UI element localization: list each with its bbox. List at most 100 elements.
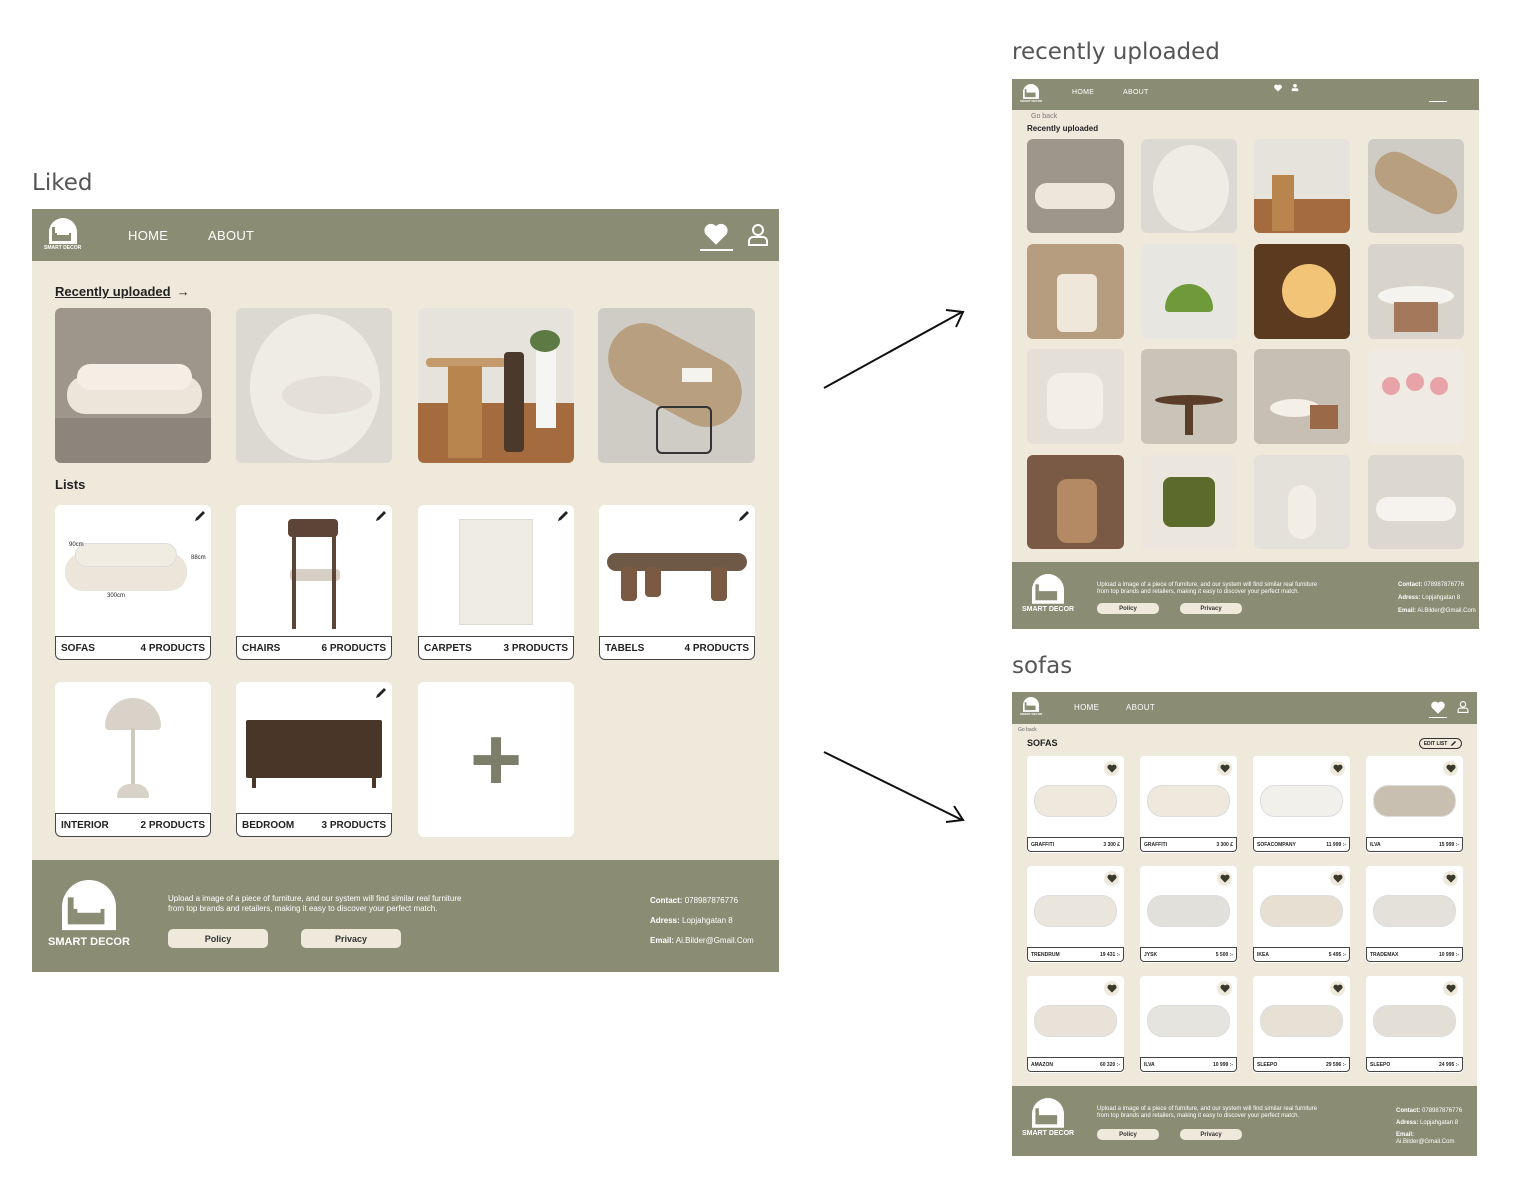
list-count: 2 PRODUCTS [140,819,205,831]
go-back-link[interactable]: Go back [1031,113,1057,120]
footer-text-line: from top brands and retailers, making it… [168,904,438,913]
favorite-button[interactable] [1104,871,1119,886]
list-card-sofas[interactable]: 90cm 88cm 300cm SOFAS 4 PRODUCTS [55,505,211,660]
recent-link[interactable]: Recently uploaded → [55,284,190,299]
product-image[interactable] [1254,244,1350,339]
product-image[interactable] [1368,139,1464,233]
edit-pencil-icon[interactable] [193,509,207,523]
product-image[interactable] [1141,455,1237,549]
product-image[interactable] [1027,455,1124,549]
heart-icon[interactable] [704,223,728,245]
footer-logo[interactable]: SMART DECOR [1022,574,1074,613]
product-card[interactable]: IKEA 5 495 :- [1253,866,1350,963]
privacy-button[interactable]: Privacy [1180,1129,1242,1140]
favorite-button[interactable] [1217,761,1232,776]
favorite-button[interactable] [1217,871,1232,886]
logo[interactable]: SMART DECOR [44,218,81,251]
product-brand: SLEEPO [1257,1061,1278,1068]
product-bar: SLEEPO 24 995 :- [1366,1057,1463,1072]
user-icon[interactable] [1291,83,1299,92]
policy-button[interactable]: Policy [1097,1129,1159,1140]
nav-about-link[interactable]: ABOUT [1126,703,1155,712]
list-card-interior[interactable]: INTERIOR 2 PRODUCTS [55,682,211,837]
favorite-button[interactable] [1443,981,1458,996]
heart-icon [1445,764,1456,773]
user-icon[interactable] [1457,700,1469,714]
user-icon[interactable] [747,223,769,247]
recent-image-dining[interactable] [418,308,574,463]
product-card[interactable]: SLEEPO 24 995 :- [1366,976,1463,1073]
list-count: 4 PRODUCTS [140,642,205,654]
privacy-button[interactable]: Privacy [301,929,401,948]
footer-logo[interactable]: SMART DECOR [1022,1098,1074,1137]
product-card[interactable]: SOFACOMPANY 11 999 :- [1253,756,1350,853]
nav-home-link[interactable]: HOME [128,228,168,243]
product-image[interactable] [1368,349,1464,444]
product-card[interactable]: JYSK 5 500 :- [1140,866,1237,963]
email-label: Email: [1398,608,1417,614]
sofa-image [1035,1006,1116,1036]
edit-pencil-icon[interactable] [737,509,751,523]
product-card[interactable]: GRAFFITI 3 300 £ [1140,756,1237,853]
nav-home-link[interactable]: HOME [1072,89,1094,96]
logo[interactable]: SMART DECOR [1020,697,1042,716]
heart-icon[interactable] [1274,84,1282,92]
favorite-button[interactable] [1330,761,1345,776]
sofa-image [1035,786,1116,816]
favorite-button[interactable] [1443,871,1458,886]
product-image[interactable] [1027,244,1124,339]
product-image[interactable] [1141,349,1237,444]
edit-pencil-icon[interactable] [374,686,388,700]
product-card[interactable]: TRADEMAX 10 999 :- [1366,866,1463,963]
privacy-button[interactable]: Privacy [1180,603,1242,614]
product-image[interactable] [1027,349,1124,444]
favorite-button[interactable] [1443,761,1458,776]
product-card[interactable]: ILVA 15 999 :- [1366,756,1463,853]
list-card-tables[interactable]: TABELS 4 PRODUCTS [599,505,755,660]
list-count: 3 PRODUCTS [321,819,386,831]
recent-image-armchair[interactable] [236,308,392,463]
address-label: Adress: [1398,595,1421,601]
edit-pencil-icon[interactable] [374,509,388,523]
list-name: BEDROOM [242,819,295,831]
list-card-bedroom[interactable]: BEDROOM 3 PRODUCTS [236,682,392,837]
policy-button[interactable]: Policy [168,929,268,948]
nav-home-link[interactable]: HOME [1074,703,1099,712]
policy-button[interactable]: Policy [1097,603,1159,614]
add-list-button[interactable]: + [418,682,574,837]
favorite-button[interactable] [1104,761,1119,776]
favorite-button[interactable] [1330,981,1345,996]
favorite-button[interactable] [1330,871,1345,886]
product-image[interactable] [1141,244,1237,339]
logo[interactable]: SMART DECOR [1020,84,1042,103]
product-image[interactable] [1027,139,1124,233]
product-image[interactable] [1254,139,1350,233]
product-brand: GRAFFITI [1144,841,1168,848]
product-brand: SOFACOMPANY [1257,841,1296,848]
list-card-carpets[interactable]: CARPETS 3 PRODUCTS [418,505,574,660]
go-back-link[interactable]: Go back [1018,727,1037,733]
footer-logo[interactable]: SMART DECOR [48,880,130,948]
favorite-button[interactable] [1104,981,1119,996]
product-image[interactable] [1368,455,1464,549]
product-card[interactable]: SLEEPO 29 596 :- [1253,976,1350,1073]
product-card[interactable]: ILVA 10 999 :- [1140,976,1237,1073]
list-card-chairs[interactable]: CHAIRS 6 PRODUCTS [236,505,392,660]
product-image[interactable] [1141,139,1237,233]
recent-image-sofa[interactable] [55,308,211,463]
favorite-button[interactable] [1217,981,1232,996]
product-card[interactable]: AMAZON 60 320 :- [1027,976,1124,1073]
nav-about-link[interactable]: ABOUT [208,228,254,243]
edit-list-button[interactable]: EDIT LIST [1419,738,1462,749]
product-image[interactable] [1254,455,1350,549]
product-bar: JYSK 5 500 :- [1140,947,1237,962]
nav-about-link[interactable]: ABOUT [1123,89,1149,96]
product-image[interactable] [1368,244,1464,339]
sofa-depth-label: 90cm [69,542,84,548]
recent-image-coffee-table[interactable] [598,308,755,463]
product-card[interactable]: TRENDRUM 19 431 :- [1027,866,1124,963]
product-card[interactable]: GRAFFITI 3 300 £ [1027,756,1124,853]
heart-icon[interactable] [1431,701,1445,714]
edit-pencil-icon[interactable] [556,509,570,523]
product-image[interactable] [1254,349,1350,444]
